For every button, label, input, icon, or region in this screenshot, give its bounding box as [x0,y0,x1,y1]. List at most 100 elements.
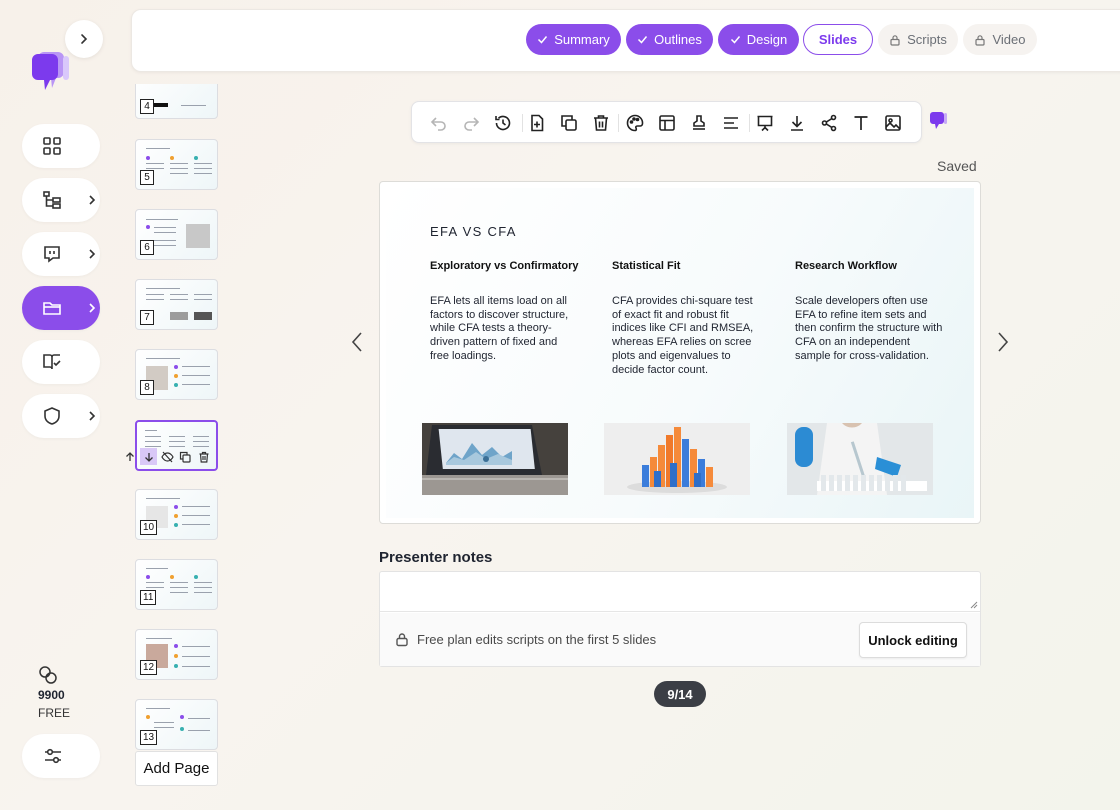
slide-title[interactable]: EFA VS CFA [430,224,517,239]
chevron-right-icon [89,195,96,205]
brand-button[interactable] [688,112,710,134]
settings-button[interactable] [22,734,100,778]
rail-structure-button[interactable] [22,178,100,222]
slide-thumbnail[interactable]: 5 [135,139,218,190]
unlock-editing-button[interactable]: Unlock editing [859,622,967,658]
chevron-right-icon [89,303,96,313]
duplicate-icon [561,115,577,131]
theme-button[interactable] [624,112,646,134]
image-icon [885,115,901,131]
ai-assistant-icon[interactable] [928,110,948,130]
rail-security-button[interactable] [22,394,100,438]
arrow-up-icon [126,451,135,461]
editor-toolbar [411,101,922,143]
slide-thumbnail[interactable]: 12 [135,629,218,680]
slide-pager: 9/14 [654,681,706,707]
laptop-analytics-image[interactable] [422,423,568,495]
3d-bar-chart-image[interactable] [604,423,750,495]
align-button[interactable] [720,112,742,134]
redo-icon [464,117,480,131]
share-button[interactable] [818,112,840,134]
rail-dashboard-button[interactable] [22,124,100,168]
slide-thumbnail[interactable]: 8 [135,349,218,400]
plan-limit-message: Free plan edits scripts on the first 5 s… [417,632,657,647]
sliders-icon [45,748,61,764]
credits-count: 9900 [38,688,65,702]
delete-icon [594,115,608,131]
slide-thumbnail[interactable]: 13 [135,699,218,750]
presenter-notes-input[interactable] [380,572,980,612]
step-outlines[interactable]: Outlines [626,24,713,55]
check-icon [730,36,740,44]
delete-slide-button[interactable] [196,448,212,465]
lock-icon [975,34,986,46]
move-down-button[interactable] [140,448,157,465]
resize-handle-icon[interactable] [970,601,978,609]
hide-slide-button[interactable] [159,448,175,465]
column-heading[interactable]: Research Workflow [795,259,945,273]
column-body[interactable]: CFA provides chi-square test of exact fi… [612,295,758,377]
slide-thumbnail[interactable]: 7 [135,279,218,330]
add-slide-icon [531,114,544,132]
step-scripts[interactable]: Scripts [878,24,958,55]
chevron-right-icon [81,34,88,44]
history-icon [495,115,511,131]
chevron-right-icon [89,249,96,259]
app-logo [30,48,78,96]
grid-icon [43,137,61,155]
align-icon [724,117,738,129]
step-slides[interactable]: Slides [803,24,873,55]
history-button[interactable] [492,112,514,134]
undo-button[interactable] [428,112,450,134]
slide-thumbnail[interactable]: 4 [135,84,218,119]
present-button[interactable] [754,112,776,134]
next-slide-button[interactable] [995,330,1011,354]
chevron-right-icon [89,411,96,421]
step-summary[interactable]: Summary [526,24,621,55]
copy-icon [180,451,192,463]
text-button[interactable] [850,112,872,134]
column-heading[interactable]: Exploratory vs Confirmatory [430,259,580,273]
shield-icon [44,407,60,425]
slide-thumbnail-list: 4 5 6 7 8 10 11 12 13 [131,84,231,784]
thumbnail-actions [122,448,212,465]
image-button[interactable] [882,112,904,134]
rail-learning-button[interactable] [22,340,100,384]
column-body[interactable]: EFA lets all items load on all factors t… [430,295,578,364]
arrow-down-icon [144,452,153,462]
layout-icon [659,115,675,131]
rail-chat-button[interactable] [22,232,100,276]
layout-button[interactable] [656,112,678,134]
check-icon [538,36,548,44]
chat-icon [44,246,60,263]
hierarchy-icon [43,191,61,209]
download-icon [791,116,803,131]
book-check-icon [43,354,61,370]
add-slide-button[interactable] [526,112,548,134]
redo-button[interactable] [460,112,482,134]
column-heading[interactable]: Statistical Fit [612,259,762,273]
download-button[interactable] [786,112,808,134]
slide-thumbnail[interactable]: 10 [135,489,218,540]
lab-research-image[interactable] [787,423,933,495]
step-design[interactable]: Design [718,24,799,55]
slide-thumbnail[interactable]: 11 [135,559,218,610]
duplicate-button[interactable] [558,112,580,134]
plan-label: FREE [38,706,71,720]
column-body[interactable]: Scale developers often use EFA to refine… [795,295,945,364]
eye-off-icon [160,451,174,462]
previous-slide-button[interactable] [349,330,365,354]
step-video[interactable]: Video [963,24,1037,55]
presenter-notes-heading: Presenter notes [379,549,493,566]
text-icon [854,116,868,130]
check-icon [638,36,648,44]
delete-button[interactable] [590,112,612,134]
duplicate-slide-button[interactable] [177,448,193,465]
stamp-icon [693,115,705,130]
move-up-button[interactable] [122,448,138,465]
slide-thumbnail[interactable]: 6 [135,209,218,260]
undo-icon [430,117,446,131]
rail-projects-button[interactable] [22,286,100,330]
folder-icon [43,302,61,315]
add-page-button[interactable]: Add Page [135,751,218,786]
